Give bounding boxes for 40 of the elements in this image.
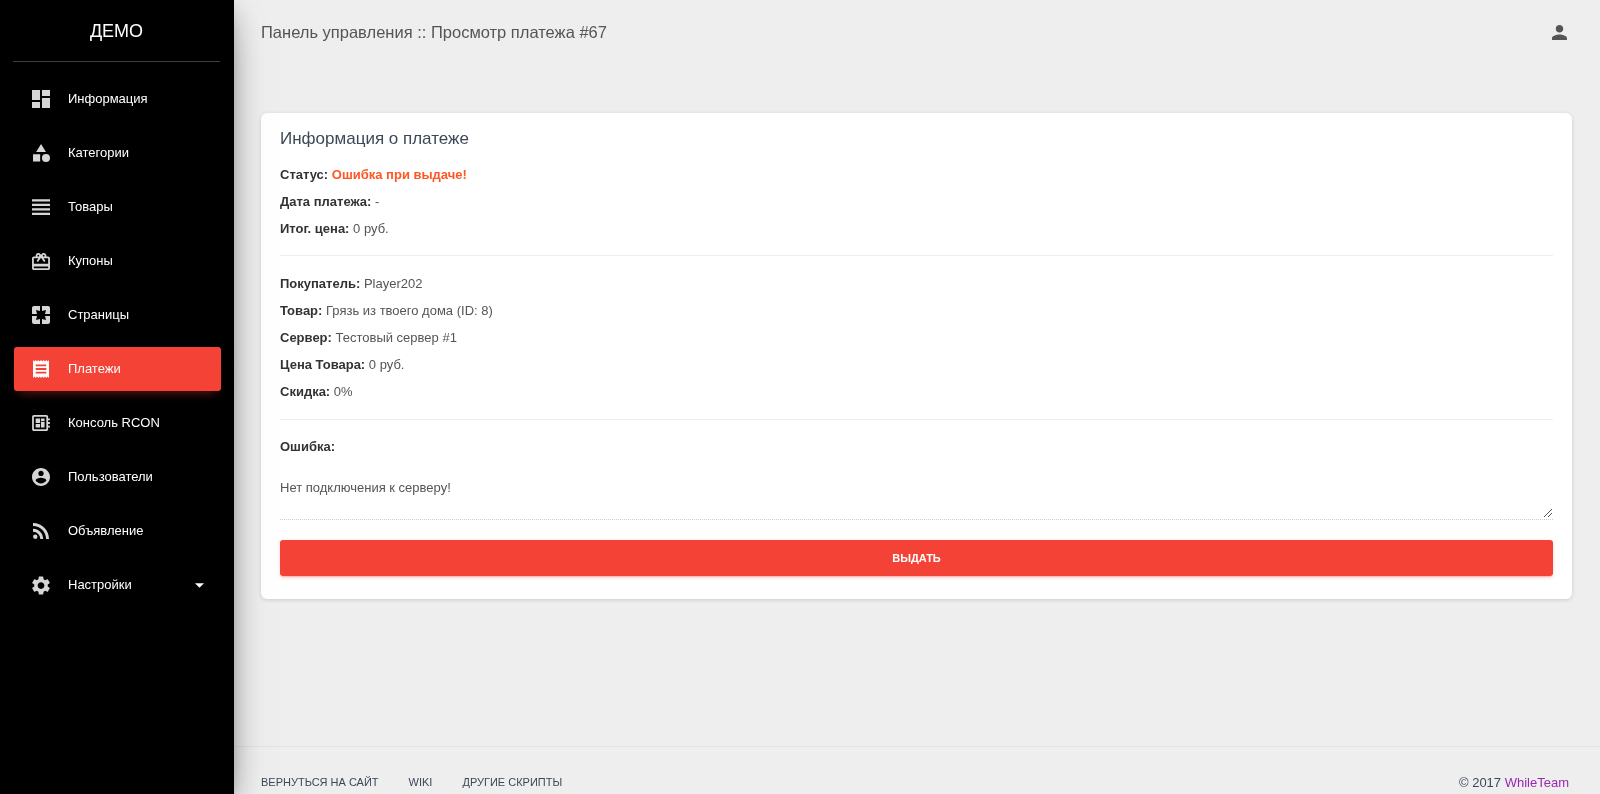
detail-text: Дата платежа: - <box>280 193 381 211</box>
detail-text: Статус: Ошибка при выдаче! <box>280 166 468 184</box>
error-label: Ошибка: <box>280 438 337 456</box>
lines-icon <box>32 199 50 215</box>
circuit-board-icon <box>32 415 50 431</box>
person-icon[interactable] <box>1552 24 1567 40</box>
sidebar-item[interactable]: Информация <box>14 77 221 121</box>
sidebar-item[interactable]: Консоль RCON <box>14 401 221 445</box>
sidebar-item[interactable]: Объявление <box>14 509 221 553</box>
detail-text: Цена Товара: 0 руб. <box>280 356 406 374</box>
sidebar-item[interactable]: Страницы <box>14 293 221 337</box>
detail-text: Покупатель: Player202 <box>280 275 424 293</box>
rss-icon <box>33 523 49 539</box>
sidebar-item[interactable]: Категории <box>14 131 221 175</box>
footer-link[interactable]: ВЕРНУТЬСЯ НА САЙТ <box>261 775 379 790</box>
settings-icon <box>32 575 50 595</box>
sidebar-item[interactable]: Пользователи <box>14 455 221 499</box>
sidebar-item[interactable]: Купоны <box>14 239 221 283</box>
shapes-icon <box>32 144 50 162</box>
detail-text: Итог. цена: 0 руб. <box>280 220 390 238</box>
footer-link[interactable]: ДРУГИЕ СКРИПТЫ <box>462 775 563 790</box>
card-title: Информация о платеже <box>280 128 470 150</box>
dashboard-icon <box>32 90 50 108</box>
resize-grip-icon <box>1544 509 1552 517</box>
brand-title: ДЕМО <box>89 19 144 42</box>
detail-text: Сервер: Тестовый сервер #1 <box>280 329 458 347</box>
copyright-text: © 2017 WhileTeam <box>1458 775 1569 790</box>
detail-text: Товар: Грязь из твоего дома (ID: 8) <box>280 302 494 320</box>
receipt-icon <box>33 360 49 378</box>
sidebar-item[interactable]: Платежи <box>14 347 221 391</box>
sidebar-item[interactable]: Товары <box>14 185 221 229</box>
detail-text: Скидка: 0% <box>280 383 354 401</box>
error-textarea[interactable]: Нет подключения к серверу! <box>280 460 1553 520</box>
footer-link[interactable]: WIKI <box>408 775 433 790</box>
sidebar-item[interactable]: Настройки <box>14 563 221 607</box>
issue-button[interactable]: ВЫДАТЬ <box>280 540 1553 576</box>
page-title: Панель управления :: Просмотр платежа #67 <box>261 22 607 43</box>
gift-card-icon <box>32 252 50 270</box>
author-link[interactable]: WhileTeam <box>1504 775 1569 790</box>
pages-icon <box>32 306 50 324</box>
